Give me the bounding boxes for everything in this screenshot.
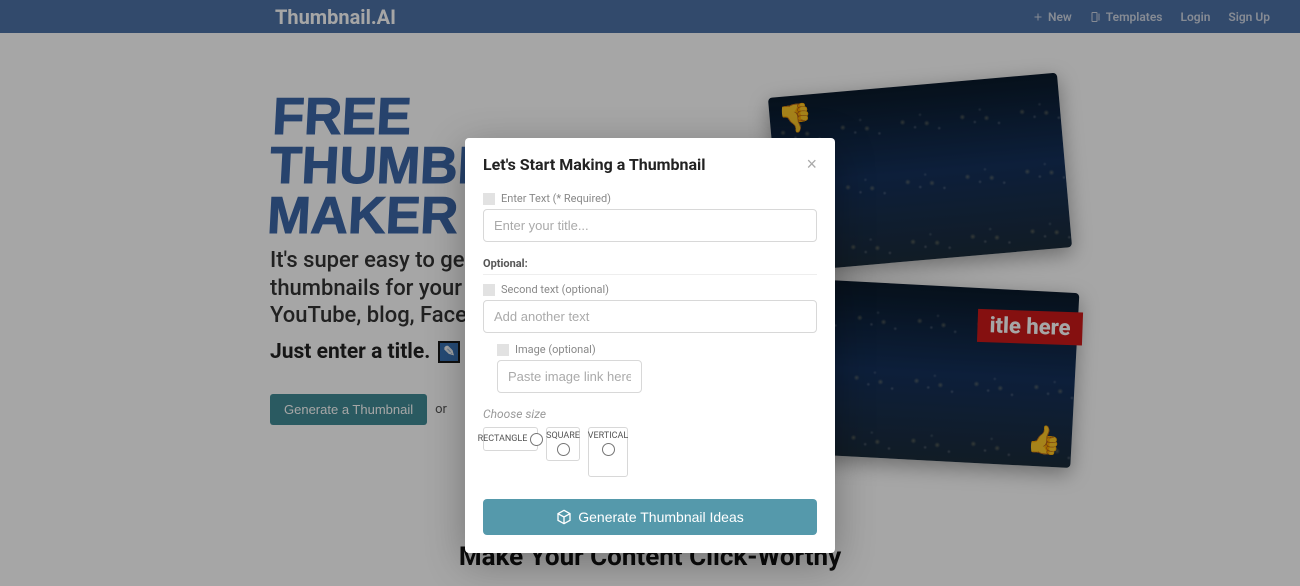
title-input[interactable] [483,209,817,242]
second-text-label-text: Second text (optional) [501,283,609,296]
checkbox-icon [483,193,495,205]
size-vertical-label: VERTICAL [588,431,628,441]
optional-label: Optional: [483,252,817,275]
second-text-label: Second text (optional) [483,283,817,296]
generate-ideas-button[interactable]: Generate Thumbnail Ideas [483,499,817,535]
generate-ideas-label: Generate Thumbnail Ideas [578,509,744,525]
start-thumbnail-modal: Let's Start Making a Thumbnail × Enter T… [465,138,835,553]
size-option-vertical[interactable]: VERTICAL [588,427,628,477]
modal-header: Let's Start Making a Thumbnail × [465,138,835,187]
modal-body: Enter Text (* Required) Optional: Second… [465,187,835,477]
checkbox-icon [497,344,509,356]
checkbox-icon [483,284,495,296]
close-button[interactable]: × [806,154,817,175]
second-text-input[interactable] [483,300,817,333]
image-input-group: Image (optional) [497,343,642,403]
cube-icon [556,509,572,525]
enter-text-label: Enter Text (* Required) [483,192,817,205]
enter-text-label-text: Enter Text (* Required) [501,192,611,205]
size-rect-label: RECTANGLE [478,434,528,444]
size-vertical-radio[interactable] [602,443,615,456]
modal-title: Let's Start Making a Thumbnail [483,155,706,174]
size-rectangle-radio[interactable] [530,433,543,446]
image-label-text: Image (optional) [515,343,596,356]
size-square-label: SQUARE [546,431,580,441]
choose-size-label: Choose size [483,407,817,421]
image-link-input[interactable] [497,360,642,393]
size-options: RECTANGLE SQUARE VERTICAL [483,427,817,477]
size-option-rectangle[interactable]: RECTANGLE [483,427,538,451]
image-label: Image (optional) [497,343,642,356]
size-square-radio[interactable] [557,443,570,456]
size-option-square[interactable]: SQUARE [546,427,580,461]
